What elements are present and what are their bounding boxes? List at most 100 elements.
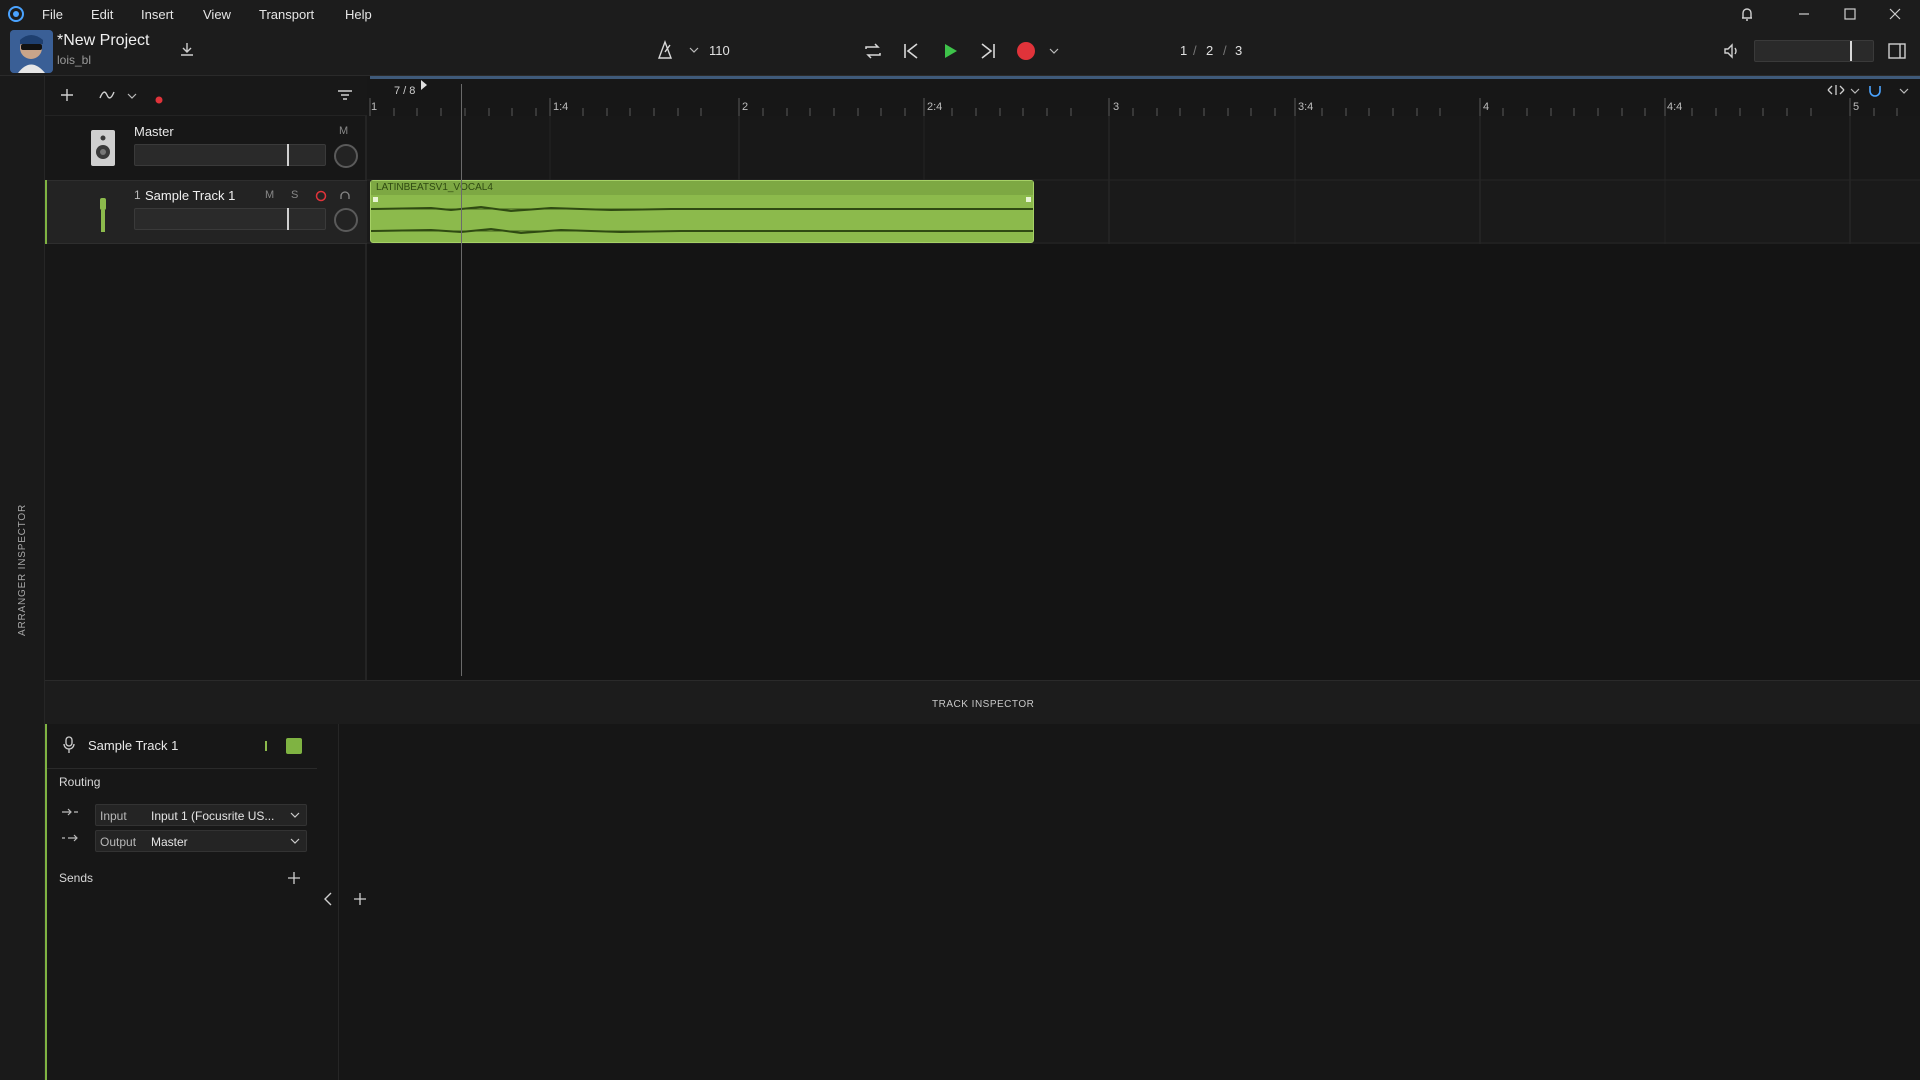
automation-icon[interactable] bbox=[99, 88, 115, 102]
input-arrow-icon bbox=[61, 807, 79, 817]
project-header bbox=[0, 28, 1920, 76]
divider bbox=[47, 768, 317, 769]
bar-marker-5: 5 bbox=[1853, 101, 1860, 113]
inspector-track-name[interactable]: Sample Track 1 bbox=[88, 738, 178, 753]
routing-label: Routing bbox=[59, 775, 101, 789]
automation-chevron-icon[interactable] bbox=[127, 92, 137, 100]
skip-back-icon[interactable] bbox=[901, 41, 921, 61]
track-volume-fader[interactable] bbox=[134, 208, 326, 230]
playhead[interactable] bbox=[461, 84, 462, 676]
output-chevron-icon bbox=[290, 837, 300, 845]
track-number: 1 bbox=[134, 188, 141, 202]
zoom-icon[interactable] bbox=[1827, 83, 1845, 97]
sends-label: Sends bbox=[59, 871, 94, 885]
close-button[interactable] bbox=[1885, 4, 1905, 24]
snap-icon[interactable] bbox=[1867, 82, 1883, 98]
clip-waveform bbox=[371, 205, 1033, 235]
skip-forward-icon[interactable] bbox=[978, 41, 998, 61]
maximize-button[interactable] bbox=[1840, 4, 1860, 24]
track-pan-knob[interactable] bbox=[334, 208, 358, 232]
track-inspector-panel: Sample Track 1 Routing Input Input 1 (Fo… bbox=[45, 724, 339, 1080]
loop-icon[interactable] bbox=[862, 40, 884, 62]
project-title: *New Project bbox=[57, 32, 150, 49]
page-total: 3 bbox=[1235, 43, 1243, 58]
track-fader-thumb[interactable] bbox=[287, 208, 289, 230]
menu-edit[interactable]: Edit bbox=[91, 7, 113, 22]
play-icon[interactable] bbox=[940, 41, 960, 61]
bar-marker-1: 1 bbox=[371, 101, 378, 113]
track-record-arm-icon[interactable] bbox=[315, 190, 327, 202]
master-pan-knob[interactable] bbox=[334, 144, 358, 168]
snap-chevron-icon[interactable] bbox=[1899, 87, 1909, 95]
input-select[interactable]: Input Input 1 (Focusrite US... bbox=[95, 804, 307, 826]
left-strip: ARRANGER INSPECTOR bbox=[0, 76, 45, 1080]
add-plugin-icon[interactable] bbox=[354, 893, 366, 905]
bar-marker-2-4: 2:4 bbox=[927, 101, 943, 113]
track-toolbar bbox=[45, 76, 367, 116]
inspector-level-indicator bbox=[265, 741, 267, 751]
input-chevron-icon bbox=[290, 811, 300, 819]
master-track-name: Master bbox=[134, 124, 174, 139]
menu-insert[interactable]: Insert bbox=[141, 7, 174, 22]
volume-icon[interactable] bbox=[1722, 41, 1742, 61]
track-color-swatch[interactable] bbox=[286, 738, 302, 754]
page-sep-2: / bbox=[1223, 43, 1227, 58]
arranger-inspector-toggle[interactable]: ARRANGER INSPECTOR bbox=[17, 504, 28, 636]
menu-transport[interactable]: Transport bbox=[259, 7, 314, 22]
master-track-row[interactable]: Master M bbox=[45, 116, 367, 180]
menu-file[interactable]: File bbox=[42, 7, 63, 22]
chevron-down-icon[interactable] bbox=[689, 46, 699, 54]
timeline-ruler[interactable]: 7 / 8 bbox=[367, 76, 1920, 116]
track-mute-button[interactable]: M bbox=[265, 189, 274, 201]
clip-right-handle[interactable] bbox=[1026, 197, 1031, 202]
clip-left-handle[interactable] bbox=[373, 197, 378, 202]
time-signature[interactable]: 7 / 8 bbox=[394, 85, 415, 97]
record-arm-indicator-icon bbox=[155, 96, 163, 104]
add-send-icon[interactable] bbox=[288, 872, 300, 884]
record-options-chevron-icon[interactable] bbox=[1049, 47, 1059, 55]
plus-icon[interactable] bbox=[60, 88, 74, 102]
tempo-value[interactable]: 110 bbox=[709, 43, 730, 58]
input-label: Input bbox=[100, 809, 127, 823]
menu-view[interactable]: View bbox=[203, 7, 231, 22]
track-solo-button[interactable]: S bbox=[291, 189, 298, 201]
bar-marker-4-4: 4:4 bbox=[1667, 101, 1683, 113]
output-value: Master bbox=[151, 835, 188, 849]
audio-clip[interactable]: LATINBEATSV1_VOCAL4 bbox=[370, 180, 1034, 243]
chevron-left-icon[interactable] bbox=[323, 892, 333, 906]
output-arrow-icon bbox=[61, 833, 79, 843]
bar-marker-1-4: 1:4 bbox=[553, 101, 569, 113]
track-inspector-title: TRACK INSPECTOR bbox=[932, 699, 1035, 710]
menu-bar: File Edit Insert View Transport Help bbox=[0, 0, 1920, 28]
master-volume-fader[interactable] bbox=[134, 144, 326, 166]
download-icon[interactable] bbox=[178, 41, 196, 59]
filter-icon[interactable] bbox=[337, 88, 353, 102]
page-sep-1: / bbox=[1193, 43, 1197, 58]
volume-slider-thumb[interactable] bbox=[1850, 41, 1852, 61]
track-monitor-icon[interactable] bbox=[339, 190, 351, 202]
bell-icon[interactable] bbox=[1737, 4, 1757, 24]
sample-track-row[interactable]: 1 Sample Track 1 M S bbox=[45, 180, 367, 244]
bar-marker-2: 2 bbox=[742, 101, 749, 113]
bar-marker-4: 4 bbox=[1483, 101, 1490, 113]
output-label: Output bbox=[100, 835, 137, 849]
output-select[interactable]: Output Master bbox=[95, 830, 307, 852]
bar-marker-3: 3 bbox=[1113, 101, 1120, 113]
master-fader-thumb[interactable] bbox=[287, 144, 289, 166]
plugin-chain-area bbox=[324, 724, 1920, 1080]
bar-marker-3-4: 3:4 bbox=[1298, 101, 1314, 113]
master-mute-button[interactable]: M bbox=[339, 125, 348, 137]
avatar[interactable] bbox=[10, 30, 53, 73]
record-icon[interactable] bbox=[1016, 41, 1036, 61]
panel-toggle-icon[interactable] bbox=[1887, 41, 1907, 61]
track-inspector-header[interactable]: TRACK INSPECTOR bbox=[45, 680, 1920, 724]
master-volume-slider[interactable] bbox=[1754, 40, 1874, 62]
input-value: Input 1 (Focusrite US... bbox=[151, 809, 275, 823]
minimize-button[interactable] bbox=[1794, 4, 1814, 24]
menu-help[interactable]: Help bbox=[345, 7, 372, 22]
track-name[interactable]: Sample Track 1 bbox=[145, 188, 235, 203]
speaker-icon bbox=[91, 130, 115, 166]
metronome-icon[interactable] bbox=[655, 40, 675, 60]
page-mid: 2 bbox=[1206, 43, 1214, 58]
zoom-chevron-icon[interactable] bbox=[1850, 87, 1860, 95]
